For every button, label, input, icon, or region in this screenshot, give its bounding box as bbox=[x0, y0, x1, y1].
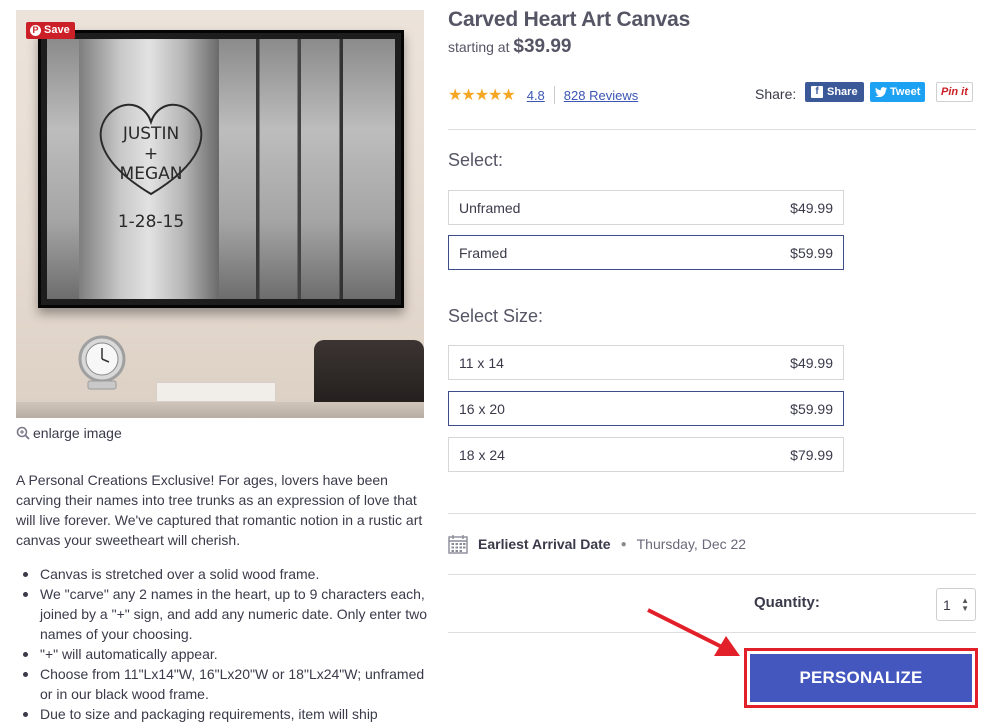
canvas-artwork: JUSTIN + MEGAN 1-28-15 bbox=[47, 39, 395, 299]
star-rating-icon: ★★★★★ bbox=[448, 87, 516, 104]
size-name: 18 x 24 bbox=[459, 446, 505, 463]
feature-item: Choose from 11"Lx14"W, 16"Lx20"W or 18"L… bbox=[16, 664, 428, 704]
personalize-button[interactable]: PERSONALIZE bbox=[750, 654, 972, 702]
facebook-share-label: Share bbox=[827, 86, 858, 98]
size-price: $59.99 bbox=[790, 400, 833, 417]
size-option-16x20[interactable]: 16 x 20 $59.99 bbox=[448, 391, 844, 426]
carving-name-2: MEGAN bbox=[119, 164, 183, 184]
arrival-date: Thursday, Dec 22 bbox=[636, 536, 747, 552]
price-line: starting at $39.99 bbox=[448, 36, 572, 58]
carving-name-1: JUSTIN bbox=[122, 124, 180, 144]
arrival-info: Earliest Arrival Date ● Thursday, Dec 22 bbox=[448, 534, 746, 554]
twitter-bird-icon bbox=[875, 87, 887, 97]
quantity-value: 1 bbox=[943, 596, 951, 613]
clock-icon bbox=[78, 335, 126, 390]
select-size-label: Select Size: bbox=[448, 306, 544, 326]
pinterest-save-button[interactable]: P Save bbox=[26, 22, 75, 39]
carving-date: 1-28-15 bbox=[117, 212, 185, 232]
quantity-label: Quantity: bbox=[754, 594, 820, 611]
table-surface bbox=[16, 402, 424, 418]
divider bbox=[448, 129, 976, 130]
size-name: 11 x 14 bbox=[459, 354, 504, 371]
share-label: Share: bbox=[755, 86, 797, 102]
feature-item: Due to size and packaging requirements, … bbox=[16, 704, 428, 722]
enlarge-image-link[interactable]: enlarge image bbox=[16, 425, 122, 441]
twitter-tweet-button[interactable]: Tweet bbox=[870, 82, 926, 102]
product-title: Carved Heart Art Canvas bbox=[448, 8, 691, 31]
enlarge-label: enlarge image bbox=[33, 425, 122, 441]
heart-carving: JUSTIN + MEGAN 1-28-15 bbox=[91, 94, 211, 232]
option-name: Framed bbox=[459, 244, 508, 261]
size-name: 16 x 20 bbox=[459, 400, 505, 417]
option-framed[interactable]: Framed $59.99 bbox=[448, 235, 844, 270]
option-unframed[interactable]: Unframed $49.99 bbox=[448, 190, 844, 225]
pinterest-icon: P bbox=[30, 25, 41, 36]
size-option-11x14[interactable]: 11 x 14 $49.99 bbox=[448, 345, 844, 380]
option-price: $59.99 bbox=[790, 244, 833, 261]
starting-at-label: starting at bbox=[448, 39, 510, 55]
red-arrow-icon bbox=[647, 608, 740, 656]
option-name: Unframed bbox=[459, 199, 521, 216]
product-description: A Personal Creations Exclusive! For ages… bbox=[16, 472, 423, 548]
stepper-arrows-icon: ▲ ▼ bbox=[961, 595, 969, 613]
rating-row: ★★★★★ 4.8 828 Reviews bbox=[448, 85, 638, 105]
select-label: Select: bbox=[448, 150, 504, 170]
starting-price: $39.99 bbox=[513, 36, 572, 57]
facebook-icon: f bbox=[811, 86, 823, 98]
divider bbox=[553, 86, 555, 104]
pinterest-pin-button[interactable]: Pin it bbox=[936, 82, 973, 102]
option-price: $49.99 bbox=[790, 199, 833, 216]
quantity-select[interactable]: 1 ▲ ▼ bbox=[936, 588, 976, 621]
product-features-list: Canvas is stretched over a solid wood fr… bbox=[16, 564, 428, 722]
size-option-18x24[interactable]: 18 x 24 $79.99 bbox=[448, 437, 844, 472]
canvas-frame: JUSTIN + MEGAN 1-28-15 bbox=[38, 30, 404, 308]
divider bbox=[448, 513, 976, 514]
twitter-tweet-label: Tweet bbox=[890, 86, 921, 98]
product-image[interactable]: JUSTIN + MEGAN 1-28-15 bbox=[16, 10, 424, 418]
carving-plus: + bbox=[143, 144, 159, 164]
feature-item: "+" will automatically appear. bbox=[16, 644, 428, 664]
rating-value-link[interactable]: 4.8 bbox=[527, 88, 545, 103]
feature-item: We "carve" any 2 names in the heart, up … bbox=[16, 584, 428, 644]
book-prop bbox=[156, 382, 276, 402]
size-price: $79.99 bbox=[790, 446, 833, 463]
calendar-icon bbox=[448, 535, 468, 554]
save-label: Save bbox=[44, 24, 70, 36]
feature-item: Canvas is stretched over a solid wood fr… bbox=[16, 564, 428, 584]
size-price: $49.99 bbox=[790, 354, 833, 371]
facebook-share-button[interactable]: f Share bbox=[805, 82, 864, 102]
arrival-label: Earliest Arrival Date bbox=[478, 536, 611, 552]
bullet-dot: ● bbox=[620, 538, 627, 550]
divider bbox=[448, 574, 976, 575]
magnifier-plus-icon bbox=[16, 426, 30, 440]
reviews-link[interactable]: 828 Reviews bbox=[564, 88, 638, 103]
